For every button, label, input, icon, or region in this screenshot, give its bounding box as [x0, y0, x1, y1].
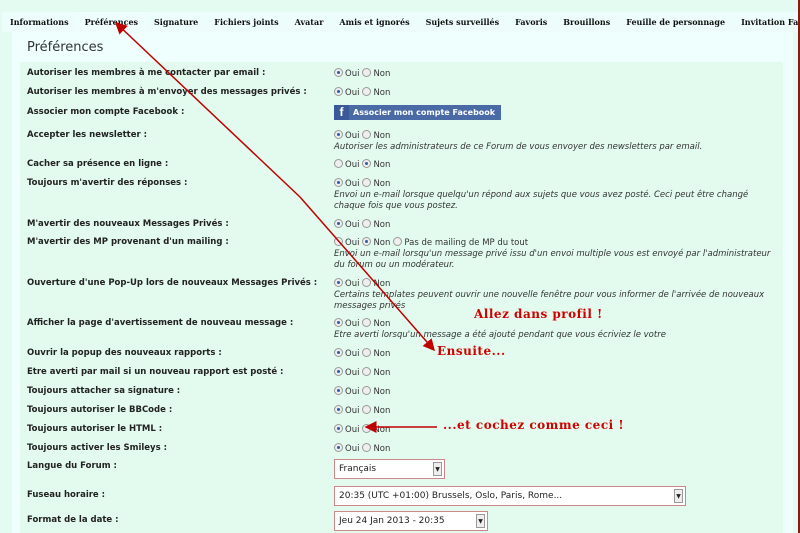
arrow-to-preferences-tab	[114, 21, 301, 198]
arrow-to-ensuite	[299, 196, 435, 352]
annotation-arrows	[114, 21, 437, 433]
